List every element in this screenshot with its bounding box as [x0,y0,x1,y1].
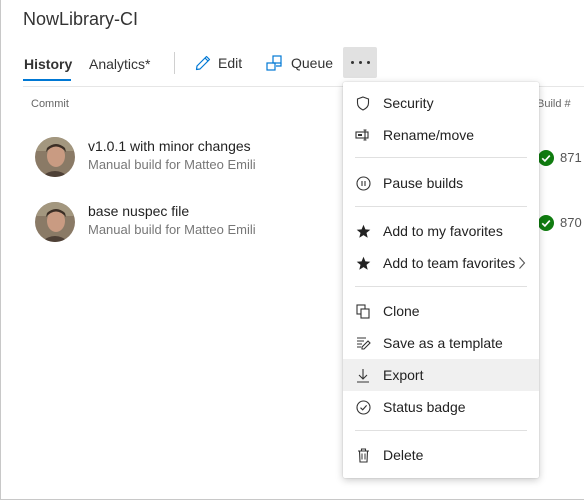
queue-label: Queue [291,55,334,71]
menu-item-label: Rename/move [383,127,475,143]
menu-item-rename[interactable]: Rename/move [343,119,539,151]
success-icon [538,215,554,231]
menu-item-label: Export [383,367,424,383]
toolbar-divider [174,52,175,74]
build-title[interactable]: base nuspec file [88,203,189,219]
rename-icon [355,127,371,143]
menu-item-delete[interactable]: Delete [343,439,539,471]
menu-item-add-my-favorites[interactable]: Add to my favorites [343,215,539,247]
page-title: NowLibrary-CI [23,9,139,29]
menu-item-label: Add to my favorites [383,223,503,239]
check-circle-icon [355,399,371,415]
column-header-commit[interactable]: Commit [31,98,69,110]
menu-item-security[interactable]: Security [343,87,539,119]
tab-analytics[interactable]: Analytics* [89,56,150,72]
pause-icon [355,175,371,191]
active-tab-indicator [23,79,71,81]
menu-item-label: Clone [383,303,420,319]
build-subtitle: Manual build for Matteo Emili [88,222,256,237]
menu-divider [355,157,527,158]
star-icon [355,223,371,239]
menu-item-save-template[interactable]: Save as a template [343,327,539,359]
menu-item-add-team-favorites[interactable]: Add to team favorites [343,247,539,279]
build-number[interactable]: 871 [560,150,582,165]
menu-divider [355,430,527,431]
tab-history[interactable]: History [24,56,72,72]
avatar [35,202,75,242]
queue-icon [266,55,282,71]
trash-icon [355,447,371,463]
menu-divider [355,286,527,287]
build-definition-page: NowLibrary-CI History Analytics* Edit Qu… [0,0,584,500]
menu-item-label: Security [383,95,434,111]
queue-button[interactable]: Queue [266,52,333,74]
menu-item-export[interactable]: Export [343,359,539,391]
star-icon [355,255,371,271]
shield-icon [355,95,371,111]
tab-bar: History Analytics* Edit Queue [23,46,583,82]
menu-item-label: Save as a template [383,335,503,351]
clone-icon [355,303,371,319]
column-header-build[interactable]: Build # [537,98,571,110]
success-icon [538,150,554,166]
menu-item-pause-builds[interactable]: Pause builds [343,167,539,199]
ellipsis-icon [350,61,354,64]
more-actions-button[interactable] [343,47,377,78]
chevron-right-icon [519,257,526,269]
menu-item-label: Pause builds [383,175,464,191]
menu-item-label: Status badge [383,399,466,415]
edit-label: Edit [218,55,243,71]
menu-divider [355,206,527,207]
edit-button[interactable]: Edit [195,52,242,74]
build-number[interactable]: 870 [560,215,582,230]
build-subtitle: Manual build for Matteo Emili [88,157,256,172]
download-icon [355,367,371,383]
template-icon [355,335,371,351]
menu-item-label: Delete [383,447,424,463]
pencil-icon [195,55,211,71]
more-actions-menu: Security Rename/move Pause builds Add to… [343,82,539,478]
menu-item-label: Add to team favorites [383,255,516,271]
avatar [35,137,75,177]
menu-item-clone[interactable]: Clone [343,295,539,327]
menu-item-status-badge[interactable]: Status badge [343,391,539,423]
build-title[interactable]: v1.0.1 with minor changes [88,138,251,154]
